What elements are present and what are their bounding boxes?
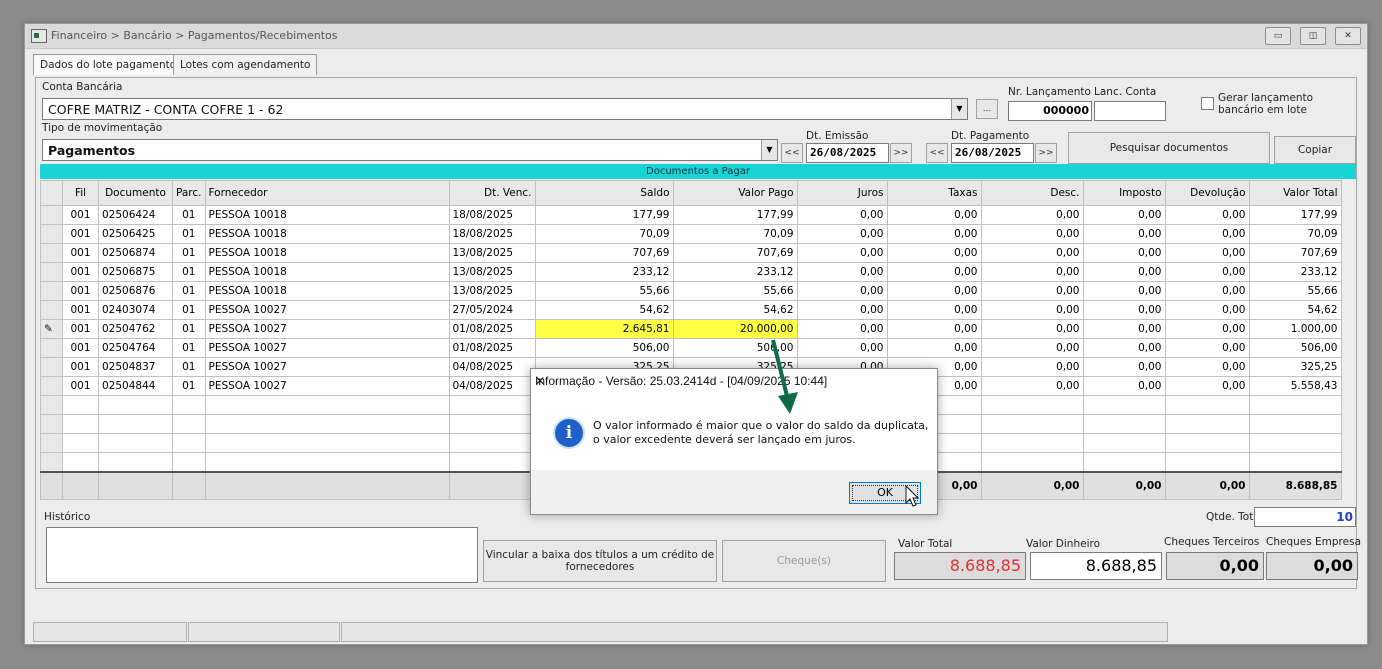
annotation-overlay — [771, 339, 920, 507]
annotation-arrow-head — [778, 392, 798, 414]
mouse-cursor-icon — [905, 484, 920, 507]
annotation-arrow-line — [771, 339, 790, 401]
